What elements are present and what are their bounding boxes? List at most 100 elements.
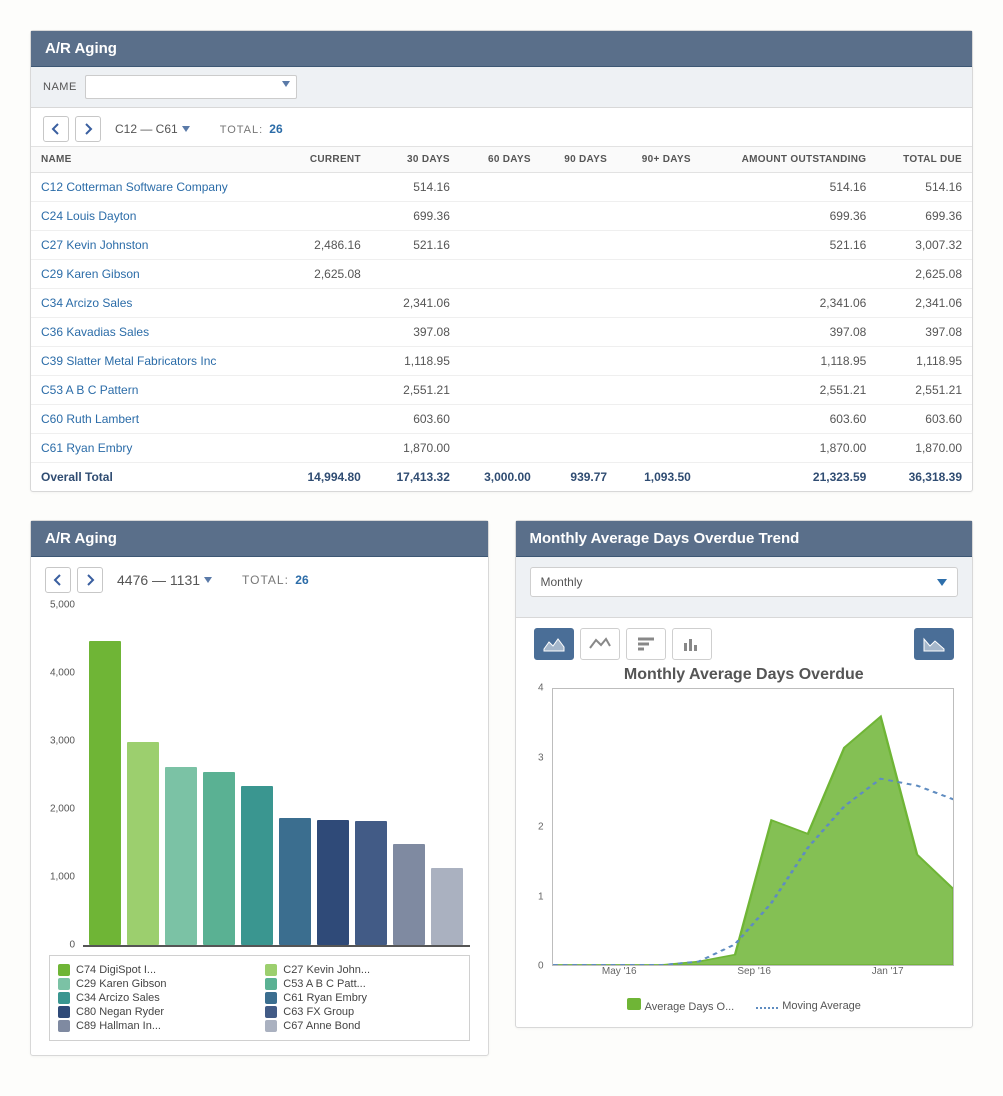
customer-link[interactable]: C29 Karen Gibson	[41, 267, 140, 281]
column-header[interactable]: CURRENT	[282, 147, 371, 173]
bar[interactable]	[393, 844, 425, 945]
bar[interactable]	[127, 742, 159, 945]
y-tick: 1	[538, 891, 544, 902]
customer-link[interactable]: C61 Ryan Embry	[41, 441, 132, 455]
y-tick: 3	[538, 752, 544, 763]
legend-area-label: Average Days O...	[645, 1001, 735, 1013]
column-header[interactable]: 90 DAYS	[541, 147, 617, 173]
pager-row: C12 — C61 TOTAL: 26	[31, 108, 972, 146]
table-row: C29 Karen Gibson2,625.082,625.08	[31, 260, 972, 289]
customer-link[interactable]: C27 Kevin Johnston	[41, 238, 148, 252]
table-row: C27 Kevin Johnston2,486.16521.16521.163,…	[31, 231, 972, 260]
y-tick: 2	[538, 822, 544, 833]
column-header[interactable]: NAME	[31, 147, 282, 173]
trend-legend: Average Days O... Moving Average	[534, 998, 955, 1013]
overview-icon[interactable]	[914, 628, 954, 660]
total-value: 26	[269, 122, 282, 136]
bar[interactable]	[431, 868, 463, 945]
table-row: C60 Ruth Lambert603.60603.60603.60	[31, 405, 972, 434]
line-chart-icon[interactable]	[580, 628, 620, 660]
y-tick: 5,000	[50, 600, 75, 611]
ar-aging-bar-panel: A/R Aging 4476 — 1131 TOTAL: 26 01,0002,…	[30, 520, 489, 1056]
bar[interactable]	[241, 786, 273, 945]
bar[interactable]	[89, 641, 121, 945]
bar-legend: C74 DigiSpot I... C27 Kevin John... C29 Ka…	[49, 955, 470, 1041]
legend-item[interactable]: C67 Anne Bond	[265, 1020, 460, 1032]
sort-icon[interactable]	[626, 628, 666, 660]
filter-bar: NAME	[31, 67, 972, 108]
legend-item[interactable]: C53 A B C Patt...	[265, 978, 460, 990]
ar-aging-table-panel: A/R Aging NAME C12 — C61 TOTAL: 26 NAMEC…	[30, 30, 973, 492]
table-row: C39 Slatter Metal Fabricators Inc1,118.9…	[31, 347, 972, 376]
range-dropdown[interactable]: C12 — C61	[115, 122, 190, 136]
bar[interactable]	[355, 821, 387, 945]
chart-tools	[534, 628, 955, 660]
total-value: 26	[295, 573, 308, 587]
range-dropdown[interactable]: 4476 — 1131	[117, 572, 212, 588]
table-row: C24 Louis Dayton699.36699.36699.36	[31, 202, 972, 231]
trend-chart-title: Monthly Average Days Overdue	[534, 666, 955, 684]
chevron-down-icon	[204, 577, 212, 583]
table-row: C34 Arcizo Sales2,341.062,341.062,341.06	[31, 289, 972, 318]
customer-link[interactable]: C24 Louis Dayton	[41, 209, 136, 223]
customer-link[interactable]: C60 Ruth Lambert	[41, 412, 139, 426]
customer-link[interactable]: C53 A B C Pattern	[41, 383, 138, 397]
x-tick: Jan '17	[872, 966, 904, 977]
trend-chart: 01234 May '16Sep '16Jan '17	[534, 688, 955, 988]
name-select[interactable]	[85, 75, 297, 99]
table-row: C12 Cotterman Software Company514.16514.…	[31, 173, 972, 202]
customer-link[interactable]: C36 Kavadias Sales	[41, 325, 149, 339]
total-label: TOTAL: 26	[220, 122, 283, 136]
y-tick: 0	[538, 961, 544, 972]
prev-button[interactable]	[43, 116, 69, 142]
customer-link[interactable]: C39 Slatter Metal Fabricators Inc	[41, 354, 216, 368]
customer-link[interactable]: C12 Cotterman Software Company	[41, 180, 228, 194]
overall-total-row: Overall Total14,994.8017,413.323,000.009…	[31, 463, 972, 492]
customer-link[interactable]: C34 Arcizo Sales	[41, 296, 132, 310]
y-tick: 2,000	[50, 804, 75, 815]
area-chart-icon[interactable]	[534, 628, 574, 660]
legend-item[interactable]: C27 Kevin John...	[265, 964, 460, 976]
table-row: C53 A B C Pattern2,551.212,551.212,551.2…	[31, 376, 972, 405]
monthly-overdue-trend-panel: Monthly Average Days Overdue Trend Month…	[515, 520, 974, 1028]
y-tick: 0	[69, 940, 75, 951]
chevron-down-icon	[937, 579, 947, 586]
table-row: C36 Kavadias Sales397.08397.08397.08	[31, 318, 972, 347]
prev-button[interactable]	[45, 567, 71, 593]
panel-title: A/R Aging	[31, 521, 488, 557]
panel-title: Monthly Average Days Overdue Trend	[516, 521, 973, 557]
legend-item[interactable]: C89 Hallman In...	[58, 1020, 253, 1032]
table-row: C61 Ryan Embry1,870.001,870.001,870.00	[31, 434, 972, 463]
bar-chart-icon[interactable]	[672, 628, 712, 660]
next-button[interactable]	[77, 567, 103, 593]
chevron-down-icon	[182, 126, 190, 132]
column-header[interactable]: AMOUNT OUTSTANDING	[701, 147, 876, 173]
column-header[interactable]: TOTAL DUE	[876, 147, 972, 173]
column-header[interactable]: 30 DAYS	[371, 147, 460, 173]
bar[interactable]	[317, 820, 349, 945]
ar-aging-table: NAMECURRENT30 DAYS60 DAYS90 DAYS90+ DAYS…	[31, 146, 972, 491]
legend-item[interactable]: C80 Negan Ryder	[58, 1006, 253, 1018]
x-tick: May '16	[602, 966, 637, 977]
column-header[interactable]: 60 DAYS	[460, 147, 541, 173]
legend-line-label: Moving Average	[782, 1000, 861, 1012]
bar[interactable]	[279, 818, 311, 945]
legend-item[interactable]: C61 Ryan Embry	[265, 992, 460, 1004]
y-tick: 4	[538, 683, 544, 694]
legend-item[interactable]: C29 Karen Gibson	[58, 978, 253, 990]
period-value: Monthly	[541, 575, 583, 589]
legend-item[interactable]: C74 DigiSpot I...	[58, 964, 253, 976]
panel-title: A/R Aging	[31, 31, 972, 67]
legend-item[interactable]: C63 FX Group	[265, 1006, 460, 1018]
total-label: TOTAL: 26	[242, 573, 309, 587]
ar-aging-bar-chart: 01,0002,0003,0004,0005,000	[83, 605, 470, 947]
chevron-down-icon	[282, 81, 290, 87]
x-tick: Sep '16	[737, 966, 771, 977]
bar[interactable]	[165, 767, 197, 946]
bar[interactable]	[203, 772, 235, 945]
period-select[interactable]: Monthly	[530, 567, 959, 597]
next-button[interactable]	[75, 116, 101, 142]
legend-item[interactable]: C34 Arcizo Sales	[58, 992, 253, 1004]
y-tick: 4,000	[50, 668, 75, 679]
column-header[interactable]: 90+ DAYS	[617, 147, 701, 173]
